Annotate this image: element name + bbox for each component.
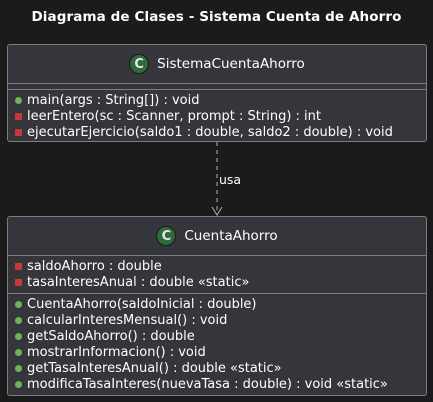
methods-section: CuentaAhorro(saldoInicial : double) calc…	[8, 293, 426, 395]
attribute-row: tasaInteresAnual : double «static»	[8, 274, 426, 290]
public-visibility-icon	[15, 316, 22, 324]
attribute-text: tasaInteresAnual : double «static»	[27, 274, 250, 290]
method-row: getSaldoAhorro() : double	[8, 328, 426, 344]
method-text: leerEntero(sc : Scanner, prompt : String…	[27, 108, 321, 124]
public-visibility-icon	[15, 364, 22, 372]
method-text: main(args : String[]) : void	[27, 92, 200, 108]
class-header: C CuentaAhorro	[8, 217, 426, 255]
class-stereotype-icon: C	[129, 54, 150, 74]
method-text: CuentaAhorro(saldoInicial : double)	[27, 296, 257, 312]
private-visibility-icon	[15, 112, 22, 120]
class-name: CuentaAhorro	[184, 228, 278, 244]
method-text: ejecutarEjercicio(saldo1 : double, saldo…	[27, 124, 393, 140]
method-text: getSaldoAhorro() : double	[27, 328, 195, 344]
methods-section: main(args : String[]) : void leerEntero(…	[8, 89, 426, 143]
method-row: leerEntero(sc : Scanner, prompt : String…	[8, 108, 426, 124]
method-row: CuentaAhorro(saldoInicial : double)	[8, 296, 426, 312]
public-visibility-icon	[15, 348, 22, 356]
method-row: main(args : String[]) : void	[8, 92, 426, 108]
method-row: calcularInteresMensual() : void	[8, 312, 426, 328]
public-visibility-icon	[15, 332, 22, 340]
public-visibility-icon	[15, 380, 22, 388]
class-cuenta-ahorro[interactable]: C CuentaAhorro saldoAhorro : double tasa…	[7, 216, 427, 396]
class-name: SistemaCuentaAhorro	[157, 56, 305, 72]
method-text: calcularInteresMensual() : void	[27, 312, 228, 328]
private-visibility-icon	[15, 128, 22, 136]
attribute-row: saldoAhorro : double	[8, 258, 426, 274]
public-visibility-icon	[15, 300, 22, 308]
relation-label: usa	[219, 172, 242, 187]
private-visibility-icon	[15, 278, 22, 286]
method-text: modificaTasaInteres(nuevaTasa : double) …	[27, 376, 388, 392]
class-header: C SistemaCuentaAhorro	[8, 45, 426, 83]
method-row: ejecutarEjercicio(saldo1 : double, saldo…	[8, 124, 426, 140]
method-row: modificaTasaInteres(nuevaTasa : double) …	[8, 376, 426, 392]
method-text: mostrarInformacion() : void	[27, 344, 206, 360]
class-sistema-cuenta-ahorro[interactable]: C SistemaCuentaAhorro main(args : String…	[7, 44, 427, 142]
method-text: getTasaInteresAnual() : double «static»	[27, 360, 282, 376]
public-visibility-icon	[15, 96, 22, 104]
method-row: getTasaInteresAnual() : double «static»	[8, 360, 426, 376]
attributes-section: saldoAhorro : double tasaInteresAnual : …	[8, 255, 426, 293]
private-visibility-icon	[15, 262, 22, 270]
class-stereotype-icon: C	[156, 226, 177, 246]
attribute-text: saldoAhorro : double	[27, 258, 162, 274]
method-row: mostrarInformacion() : void	[8, 344, 426, 360]
